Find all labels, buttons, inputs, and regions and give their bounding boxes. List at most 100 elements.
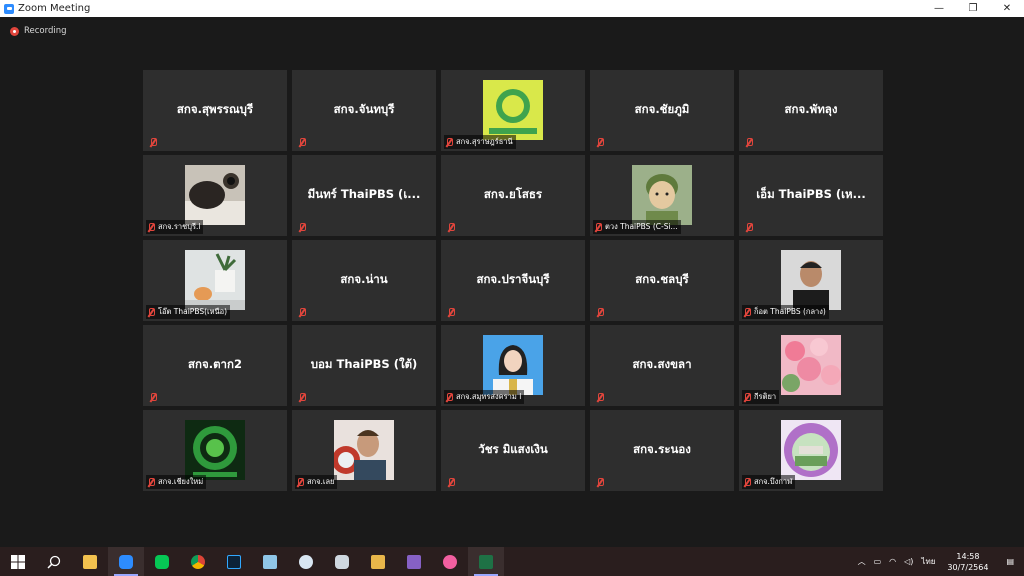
window-title: Zoom Meeting (18, 3, 91, 14)
participant-avatar (483, 80, 543, 140)
mic-muted-icon (445, 137, 453, 147)
mic-muted-icon (743, 392, 751, 402)
participant-tile[interactable]: บอม ThaiPBS (ใต้) (292, 325, 436, 406)
zoom-icon[interactable] (108, 547, 144, 576)
participant-tile[interactable]: สกจ.ระนอง (590, 410, 734, 491)
participant-label: กีรติยา (742, 390, 780, 404)
participant-tile[interactable]: สกจ.ยโสธร (441, 155, 585, 236)
participant-tile[interactable]: กีรติยา (739, 325, 883, 406)
system-tray: ︿ ▭ ◠ ◁) ไทย 14:58 30/7/2564 ▤ (854, 547, 1024, 576)
participant-name: สกจ.พัทลุง (784, 102, 838, 116)
mic-muted-icon (298, 223, 306, 232)
wifi-icon[interactable]: ◠ (885, 557, 900, 566)
participant-tile[interactable]: สกจ.เลย (292, 410, 436, 491)
notepad-icon[interactable] (252, 547, 288, 576)
participant-tile[interactable]: มีนทร์ ThaiPBS (เ... (292, 155, 436, 236)
participant-tile[interactable]: เอ็ม ThaiPBS (เห... (739, 155, 883, 236)
participant-tile[interactable]: สกจ.น่าน (292, 240, 436, 321)
mic-muted-icon (447, 478, 455, 487)
mic-muted-icon (149, 138, 157, 147)
participant-name: มีนทร์ ThaiPBS (เ... (307, 187, 421, 201)
participant-tile[interactable]: สกจ.พัทลุง (739, 70, 883, 151)
participant-tile[interactable]: ก็อต ThaiPBS (กลาง) (739, 240, 883, 321)
mic-muted-icon (149, 393, 157, 402)
participant-tile[interactable]: สกจ.สุพรรณบุรี (143, 70, 287, 151)
participant-label: สกจ.เลย (295, 475, 338, 489)
participant-tile[interactable]: สกจ.จันทบุรี (292, 70, 436, 151)
participant-avatar (185, 420, 245, 480)
chevron-up-icon[interactable]: ︿ (854, 556, 870, 567)
close-button[interactable]: ✕ (990, 0, 1024, 17)
participant-tile[interactable]: สกจ.เชียงใหม่ (143, 410, 287, 491)
start-button[interactable] (0, 547, 36, 576)
restore-button[interactable]: ❐ (956, 0, 990, 17)
mic-muted-icon (147, 307, 155, 317)
line-icon[interactable] (144, 547, 180, 576)
participant-label: สกจ.สุราษฎร์ธานี (444, 135, 516, 149)
participant-name: สกจ.ปราจีนบุรี (476, 272, 550, 286)
participant-name: เอ็ม ThaiPBS (เห... (756, 187, 866, 201)
beer-icon[interactable] (360, 547, 396, 576)
clock-date: 30/7/2564 (947, 562, 989, 572)
mic-muted-icon (147, 222, 155, 232)
mic-muted-icon (596, 393, 604, 402)
participant-name: สกจ.ราชบุรี.l (158, 222, 201, 231)
search-icon[interactable] (36, 547, 72, 576)
participant-tile[interactable]: สกจ.ราชบุรี.l (143, 155, 287, 236)
itunes-icon[interactable] (432, 547, 468, 576)
participant-tile[interactable]: สกจ.สมุทรสงคราม l (441, 325, 585, 406)
mic-muted-icon (745, 223, 753, 232)
clock[interactable]: 14:58 30/7/2564 (939, 551, 996, 573)
excel-icon[interactable] (468, 547, 504, 576)
participant-label: ก็อต ThaiPBS (กลาง) (742, 305, 829, 319)
participant-name: ก็อต ThaiPBS (กลาง) (754, 307, 826, 316)
participant-tile[interactable]: สกจ.ชลบุรี (590, 240, 734, 321)
participant-name: สกจ.บึงกาฬ (754, 477, 793, 486)
participant-name: สกจ.ชัยภูมิ (634, 102, 690, 116)
file-explorer-icon[interactable] (72, 547, 108, 576)
participant-name: สกจ.สมุทรสงคราม l (456, 392, 522, 401)
meeting-area: Recording สกจ.สุพรรณบุรี สกจ.จันทบุรี สกจ.… (0, 17, 1024, 547)
ime-indicator[interactable]: ไทย (917, 555, 939, 568)
notification-icon[interactable]: ▤ (996, 557, 1024, 566)
participant-tile[interactable]: สกจ.ปราจีนบุรี (441, 240, 585, 321)
participant-tile[interactable]: สกจ.บึงกาฬ (739, 410, 883, 491)
app-icon[interactable] (324, 547, 360, 576)
paint-icon[interactable] (288, 547, 324, 576)
mic-muted-icon (743, 307, 751, 317)
mic-muted-icon (296, 477, 304, 487)
mic-muted-icon (298, 308, 306, 317)
participant-name: สกจ.ระนอง (633, 442, 691, 456)
photoshop-icon[interactable] (216, 547, 252, 576)
participant-name: สกจ.สุพรรณบุรี (176, 102, 254, 116)
participant-label: สกจ.ราชบุรี.l (146, 220, 204, 234)
participant-tile[interactable]: สกจ.ตาก2 (143, 325, 287, 406)
participant-tile[interactable]: สกจ.สุราษฎร์ธานี (441, 70, 585, 151)
participant-tile[interactable]: สกจ.ชัยภูมิ (590, 70, 734, 151)
clock-time: 14:58 (956, 551, 980, 561)
participant-tile[interactable]: วัชร มิแสงเงิน (441, 410, 585, 491)
participant-name: สกจ.สุราษฎร์ธานี (456, 137, 513, 146)
participant-avatar (332, 420, 394, 480)
mic-muted-icon (596, 478, 604, 487)
gallery-grid: สกจ.สุพรรณบุรี สกจ.จันทบุรีสกจ.สุราษฎร์ธา… (143, 70, 883, 491)
participant-name: สกจ.จันทบุรี (333, 102, 395, 116)
mic-muted-icon (596, 308, 604, 317)
participant-label: สกจ.สมุทรสงคราม l (444, 390, 525, 404)
participant-name: บอม ThaiPBS (ใต้) (310, 357, 418, 371)
mic-muted-icon (298, 393, 306, 402)
chrome-icon[interactable] (180, 547, 216, 576)
participant-name: สกจ.ยโสธร (483, 187, 543, 201)
participant-name: สกจ.สงขลา (632, 357, 692, 371)
participant-name: สกจ.เลย (307, 477, 335, 486)
volume-icon[interactable]: ◁) (900, 557, 917, 566)
participant-tile[interactable]: โอ๊ต ThaiPBS(เหนือ) (143, 240, 287, 321)
participant-avatar (483, 335, 543, 395)
participant-tile[interactable]: ตวง ThaiPBS (C-Si... (590, 155, 734, 236)
participant-tile[interactable]: สกจ.สงขลา (590, 325, 734, 406)
minimize-button[interactable]: — (922, 0, 956, 17)
visual-studio-icon[interactable] (396, 547, 432, 576)
participant-label: สกจ.เชียงใหม่ (146, 475, 207, 489)
battery-icon[interactable]: ▭ (870, 557, 886, 566)
recording-indicator[interactable]: Recording (10, 26, 67, 36)
